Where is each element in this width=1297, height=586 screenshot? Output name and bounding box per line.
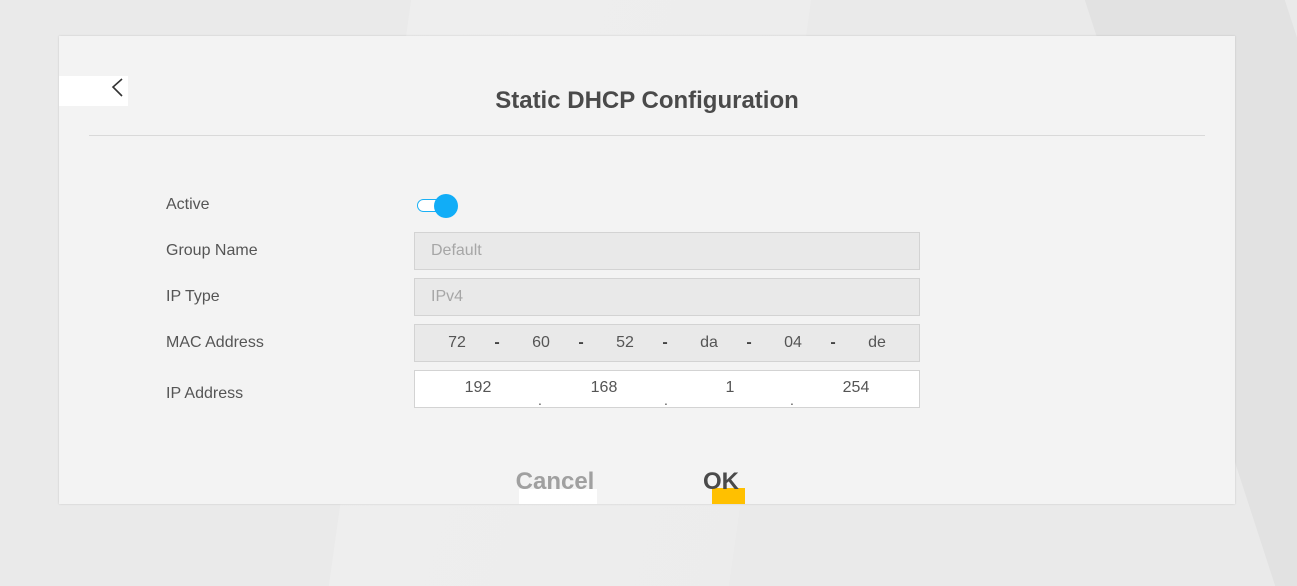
ip-address-label: IP Address bbox=[166, 385, 244, 402]
mac-separator: - bbox=[578, 334, 584, 351]
ip-type-field: IPv4 bbox=[414, 278, 920, 316]
mac-octet-4: da bbox=[700, 334, 718, 351]
active-toggle[interactable] bbox=[417, 194, 459, 218]
mac-separator: - bbox=[830, 334, 836, 351]
divider bbox=[89, 135, 1205, 136]
mac-octet-2: 60 bbox=[532, 334, 550, 351]
group-name-field: Default bbox=[414, 232, 920, 270]
mac-octet-6: de bbox=[868, 334, 886, 351]
ip-type-label: IP Type bbox=[166, 288, 220, 305]
ip-octet-2[interactable]: 168 bbox=[574, 371, 634, 405]
ip-address-field: 192 . 168 . 1 . 254 bbox=[414, 370, 920, 408]
page-title: Static DHCP Configuration bbox=[495, 87, 799, 114]
mac-separator: - bbox=[494, 334, 500, 351]
toggle-knob bbox=[434, 194, 458, 218]
mac-octet-3: 52 bbox=[616, 334, 634, 351]
ok-button[interactable]: OK bbox=[691, 468, 751, 496]
mac-address-label: MAC Address bbox=[166, 334, 264, 351]
group-name-label: Group Name bbox=[166, 242, 258, 259]
ip-separator: . bbox=[664, 392, 668, 408]
ip-separator: . bbox=[538, 392, 542, 408]
mac-separator: - bbox=[746, 334, 752, 351]
ip-octet-4[interactable]: 254 bbox=[826, 371, 886, 405]
ip-separator: . bbox=[790, 392, 794, 408]
mac-separator: - bbox=[662, 334, 668, 351]
ip-octet-1[interactable]: 192 bbox=[448, 371, 508, 405]
static-dhcp-dialog: Static DHCP Configuration Active Group N… bbox=[59, 36, 1235, 504]
mac-address-field: 72 - 60 - 52 - da - 04 - de bbox=[414, 324, 920, 362]
active-label: Active bbox=[166, 196, 210, 213]
mac-octet-5: 04 bbox=[784, 334, 802, 351]
cancel-button[interactable]: Cancel bbox=[505, 468, 605, 496]
mac-octet-1: 72 bbox=[448, 334, 466, 351]
ip-octet-3[interactable]: 1 bbox=[700, 371, 760, 405]
